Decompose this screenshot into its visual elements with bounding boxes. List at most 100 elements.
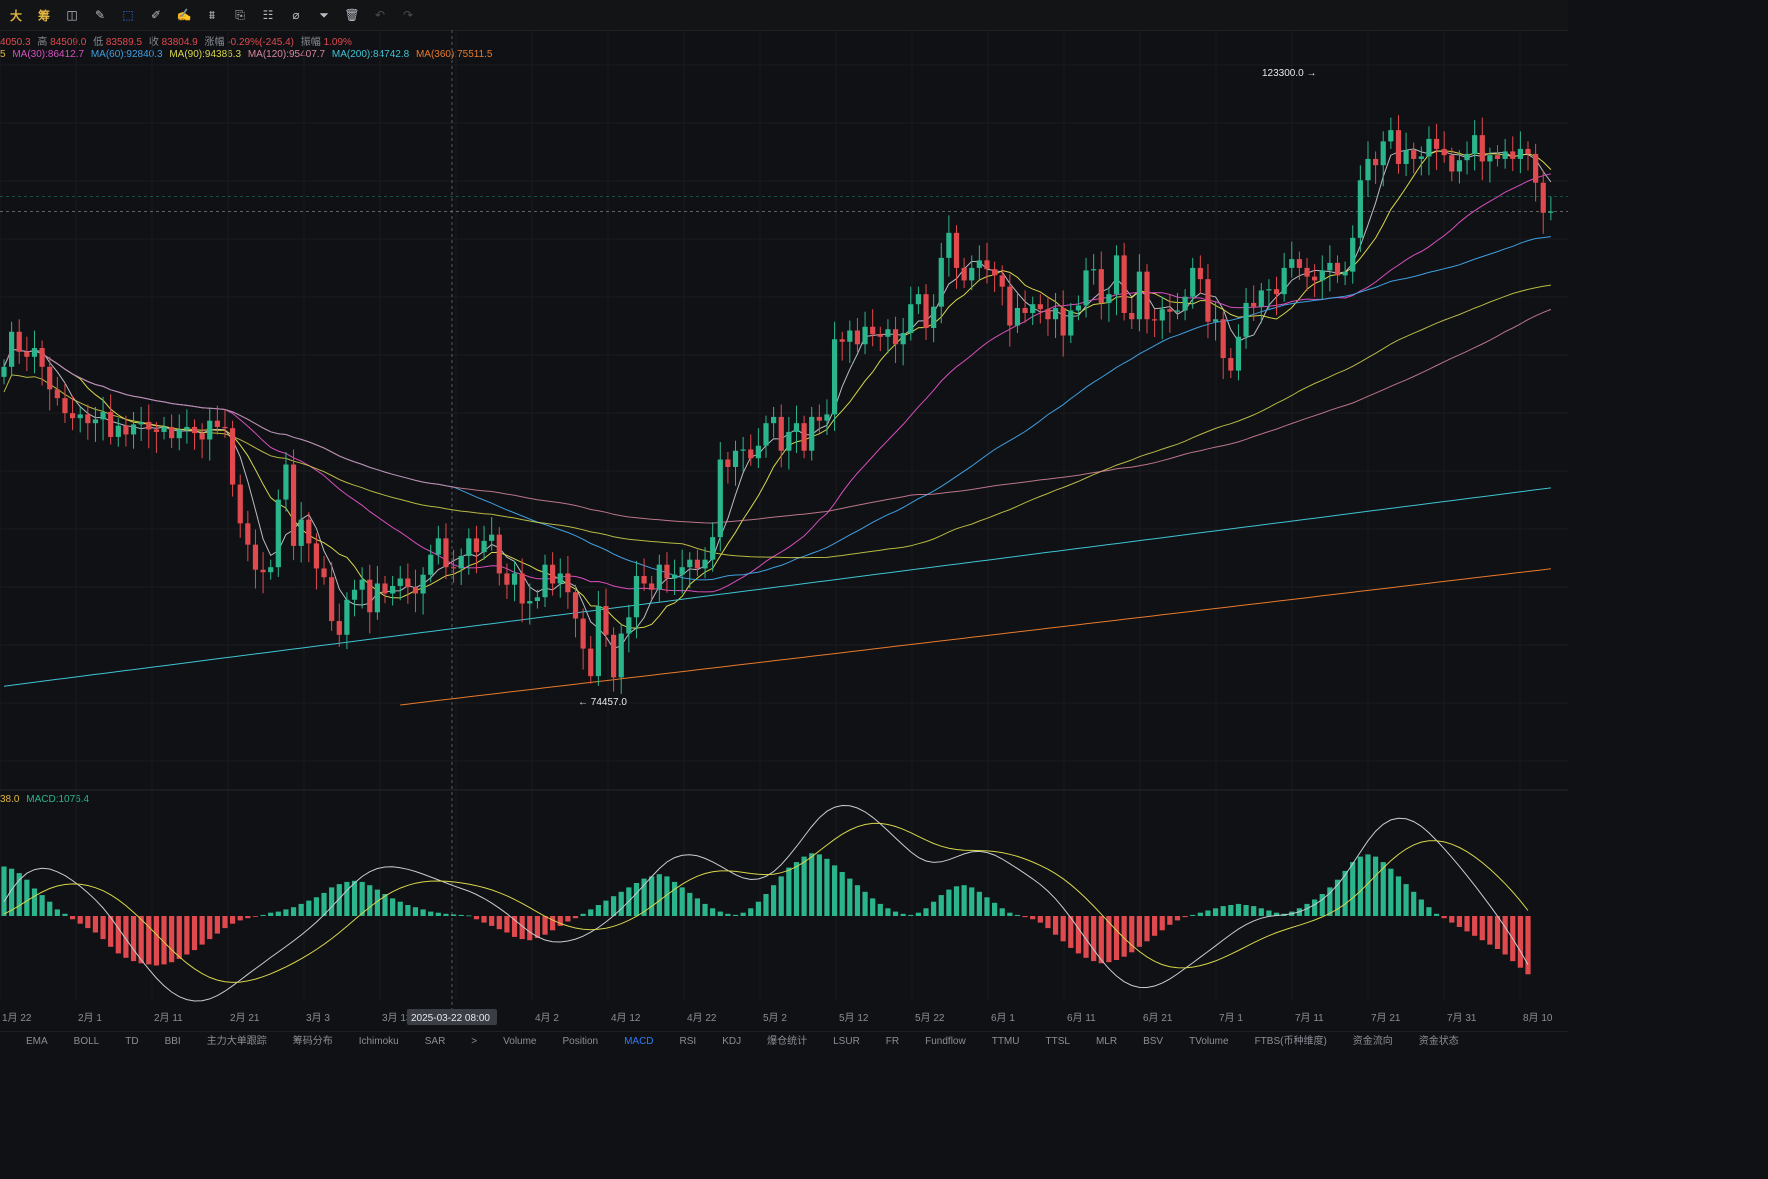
x-axis-label: 7月 21 [1371,1012,1401,1024]
chip-tool-button[interactable]: 筹 [32,4,56,26]
indicator-tabs: EMA BOLL TD BBI 主力大单跟踪 筹码分布 Ichimoku SAR > Volume… [0,1031,1568,1046]
tab-0[interactable]: EMA [26,1032,48,1046]
pencil-icon[interactable]: ✐ [144,4,168,26]
tab-14[interactable]: 爆仓统计 [767,1032,807,1046]
candle-body [999,275,1005,287]
macd-bar [77,916,83,924]
tab-5[interactable]: 筹码分布 [293,1032,333,1046]
tab-6[interactable]: Ichimoku [359,1032,399,1046]
tab-3[interactable]: BBI [165,1032,181,1046]
candle-body [984,260,990,270]
price-chart[interactable]: 123300.0 → ← 74457.0 1月 22 2月 1 2月 11 2月 21 3月… [0,30,1568,1030]
select-icon[interactable]: ⬚ [116,4,140,26]
tab-9[interactable]: Volume [503,1032,536,1046]
macd-bar [1007,912,1013,916]
tab-20[interactable]: MLR [1096,1032,1117,1046]
macd-bar [1449,916,1455,923]
macd-bar [1152,916,1158,936]
candle-body [1129,312,1135,320]
macd-bar [214,916,220,934]
candle-body [428,554,434,575]
tab-1[interactable]: BOLL [74,1032,100,1046]
tab-24[interactable]: 资金流向 [1353,1032,1393,1046]
macd-bar [1052,916,1059,935]
macd-bar [1075,916,1082,954]
macd-bar [1159,916,1165,931]
macd-bar [473,916,480,920]
candle-body [1243,302,1249,337]
candle-body [1418,156,1424,159]
pattern-icon[interactable]: ⩩ [200,4,224,26]
macd-bar [527,916,533,941]
candle-body [161,426,167,432]
candle-body [1464,153,1470,161]
clipboard-icon[interactable]: ⎘ [228,4,252,26]
candle-body [146,421,152,430]
macd-bar [47,901,53,916]
candle-body [252,544,259,570]
macd-bar [1243,905,1249,916]
tab-13[interactable]: KDJ [722,1032,741,1046]
brush-icon[interactable]: ✍ [172,4,196,26]
eraser-icon[interactable]: ⌀ [284,4,308,26]
tab-19[interactable]: TTSL [1046,1032,1070,1046]
tab-10[interactable]: Position [563,1032,599,1046]
candle-body [54,389,60,399]
tab-15[interactable]: LSUR [833,1032,860,1046]
macd-bar [390,898,396,916]
macd-bar [313,897,320,916]
candle-body [1380,141,1386,166]
candle-body [298,519,304,546]
candle-body [892,329,899,345]
candle-body [572,592,579,619]
filter-icon[interactable]: ⏷ [312,4,336,26]
macd-bar [542,916,548,935]
macd-bar [1167,916,1173,925]
tab-11[interactable]: MACD [624,1032,653,1046]
candle-body [862,326,868,345]
tab-22[interactable]: TVolume [1189,1032,1228,1046]
macd-bar [824,858,830,916]
pen-settings-icon[interactable]: ✎ [88,4,112,26]
candle-body [1342,271,1348,276]
macd-bar [31,888,38,916]
tab-18[interactable]: TTMU [992,1032,1020,1046]
snapshot-icon[interactable]: ◫ [60,4,84,26]
candle-body [1517,148,1523,159]
macd-bar [862,891,868,916]
macd-bar [412,907,419,916]
candle-body [458,555,464,569]
delete-icon[interactable]: 🗑 [340,4,364,26]
candle-body [1388,130,1394,142]
candle-body [1266,289,1272,291]
candle-body [847,330,853,342]
tab-21[interactable]: BSV [1143,1032,1163,1046]
macd-bar [85,916,91,929]
tab-12[interactable]: RSI [680,1032,697,1046]
tab-2[interactable]: TD [125,1032,138,1046]
candle-body [1373,158,1379,166]
tab-7[interactable]: SAR [425,1032,446,1046]
macd-bar [1022,916,1028,918]
notes-icon[interactable]: ☷ [256,4,280,26]
tab-17[interactable]: Fundflow [925,1032,966,1046]
candle-body [214,420,220,427]
undo-icon[interactable]: ↶ [368,4,392,26]
tab-4[interactable]: 主力大单跟踪 [207,1032,267,1046]
macd-bar [1487,916,1493,945]
tab-16[interactable]: FR [886,1032,899,1046]
candle-body [92,419,99,424]
tab-25[interactable]: 资金状态 [1419,1032,1459,1046]
redo-icon[interactable]: ↷ [396,4,420,26]
tab-23[interactable]: FTBS(币种维度) [1255,1032,1327,1046]
tab-8[interactable]: > [471,1032,477,1046]
candle-body [1510,151,1516,159]
candle-body [1083,270,1089,306]
macd-bar [153,916,159,966]
candle-body [687,559,693,568]
macd-bar [1060,916,1066,942]
candle-body [290,464,297,546]
text-tool-button[interactable]: 大 [4,4,28,26]
candle-body [511,573,518,585]
ma5-line [3,148,1552,650]
